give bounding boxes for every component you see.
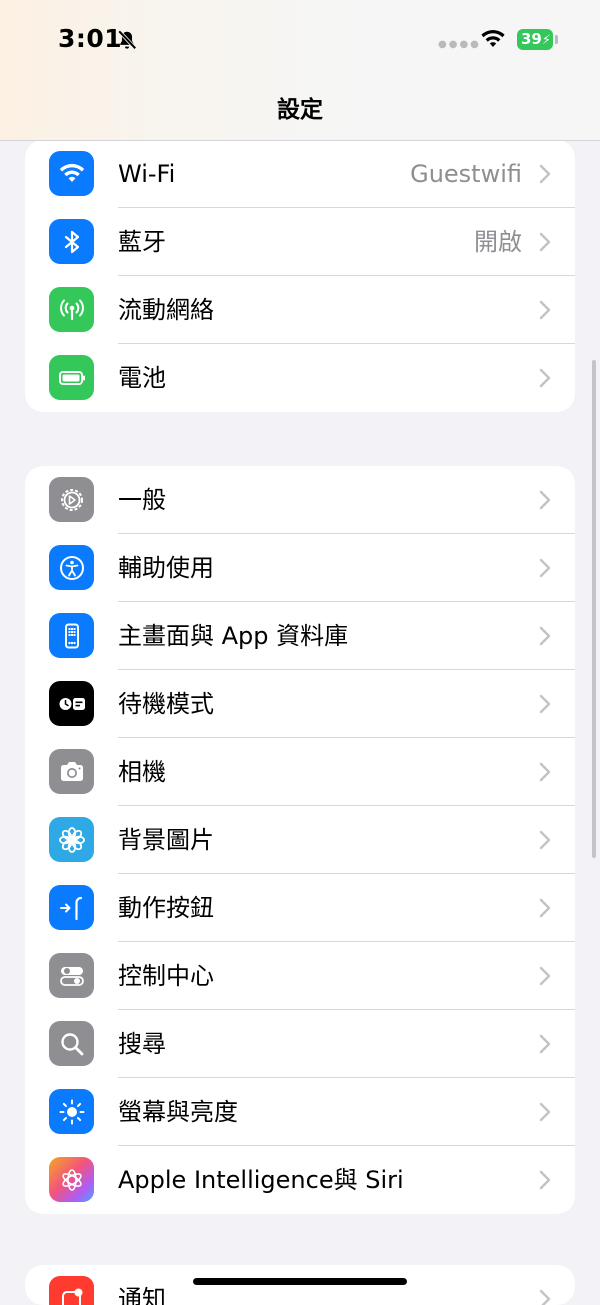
status-bar: 3:01 ●●●● 39⚡: [0, 0, 600, 80]
chevron-right-icon: [539, 558, 551, 578]
row-label: 控制中心: [118, 942, 214, 1010]
general-settings-group: 一般 輔助使用 主畫面與 App 資料庫 待機模式 相機: [25, 466, 575, 1214]
antenna-icon: [49, 287, 94, 332]
scroll-indicator[interactable]: [592, 360, 596, 858]
chevron-right-icon: [539, 368, 551, 388]
row-value: 開啟: [474, 208, 522, 276]
sun-icon: [49, 1089, 94, 1134]
settings-row-control-center[interactable]: 控制中心: [25, 942, 575, 1010]
settings-row-wifi[interactable]: Wi-Fi Guestwifi: [25, 140, 575, 208]
chevron-right-icon: [539, 164, 551, 184]
accessibility-icon: [49, 545, 94, 590]
battery-indicator: 39⚡: [517, 29, 553, 50]
chevron-right-icon: [539, 1034, 551, 1054]
gear-icon: [49, 477, 94, 522]
silent-bell-icon: [116, 29, 138, 51]
apple-intelligence-icon: [49, 1157, 94, 1202]
settings-row-search[interactable]: 搜尋: [25, 1010, 575, 1078]
row-label: 電池: [118, 344, 166, 412]
chevron-right-icon: [539, 232, 551, 252]
settings-row-apple-intelligence-siri[interactable]: Apple Intelligence與 Siri: [25, 1146, 575, 1214]
settings-row-action-button[interactable]: 動作按鈕: [25, 874, 575, 942]
home-indicator[interactable]: [193, 1278, 407, 1285]
home-screen-icon: [49, 613, 94, 658]
chevron-right-icon: [539, 1102, 551, 1122]
settings-row-battery[interactable]: 電池: [25, 344, 575, 412]
chevron-right-icon: [539, 898, 551, 918]
row-label: 動作按鈕: [118, 874, 214, 942]
chevron-right-icon: [539, 1170, 551, 1190]
row-label: 背景圖片: [118, 806, 214, 874]
row-label: 待機模式: [118, 670, 214, 738]
battery-percentage: 39: [521, 30, 542, 48]
row-label: 流動網絡: [118, 276, 214, 344]
chevron-right-icon: [539, 490, 551, 510]
chevron-right-icon: [539, 300, 551, 320]
row-label: 螢幕與亮度: [118, 1078, 238, 1146]
settings-row-cellular[interactable]: 流動網絡: [25, 276, 575, 344]
battery-tip: [555, 35, 558, 44]
battery-icon: [49, 355, 94, 400]
settings-row-display-brightness[interactable]: 螢幕與亮度: [25, 1078, 575, 1146]
chevron-right-icon: [539, 1289, 551, 1305]
cellular-signal-icon: ●●●●: [438, 39, 481, 50]
chevron-right-icon: [539, 762, 551, 782]
settings-row-accessibility[interactable]: 輔助使用: [25, 534, 575, 602]
chevron-right-icon: [539, 694, 551, 714]
chevron-right-icon: [539, 626, 551, 646]
page-title: 設定: [0, 90, 600, 124]
chevron-right-icon: [539, 966, 551, 986]
camera-icon: [49, 749, 94, 794]
flower-icon: [49, 817, 94, 862]
row-label: Apple Intelligence與 Siri: [118, 1146, 404, 1214]
wifi-icon: [49, 151, 94, 196]
settings-row-wallpaper[interactable]: 背景圖片: [25, 806, 575, 874]
control-center-icon: [49, 953, 94, 998]
settings-row-bluetooth[interactable]: 藍牙 開啟: [25, 208, 575, 276]
row-label: 主畫面與 App 資料庫: [118, 602, 348, 670]
row-label: 搜尋: [118, 1010, 166, 1078]
row-label: 輔助使用: [118, 534, 214, 602]
notifications-group: 通知: [25, 1265, 575, 1305]
search-icon: [49, 1021, 94, 1066]
chevron-right-icon: [539, 830, 551, 850]
standby-icon: [49, 681, 94, 726]
action-button-icon: [49, 885, 94, 930]
settings-row-standby[interactable]: 待機模式: [25, 670, 575, 738]
connectivity-group: Wi-Fi Guestwifi 藍牙 開啟 流動網絡 電池: [25, 140, 575, 412]
row-label: 一般: [118, 466, 166, 534]
charging-bolt-icon: ⚡: [542, 33, 551, 48]
wifi-status-icon: [480, 28, 506, 50]
bluetooth-icon: [49, 219, 94, 264]
row-label: 相機: [118, 738, 166, 806]
status-time: 3:01: [58, 24, 122, 53]
settings-row-notifications[interactable]: 通知: [25, 1265, 575, 1305]
settings-row-home-screen[interactable]: 主畫面與 App 資料庫: [25, 602, 575, 670]
row-label: 通知: [118, 1265, 166, 1305]
row-label: Wi-Fi: [118, 140, 175, 208]
row-value: Guestwifi: [410, 140, 522, 208]
row-label: 藍牙: [118, 208, 166, 276]
settings-row-general[interactable]: 一般: [25, 466, 575, 534]
settings-row-camera[interactable]: 相機: [25, 738, 575, 806]
notification-icon: [49, 1276, 94, 1305]
